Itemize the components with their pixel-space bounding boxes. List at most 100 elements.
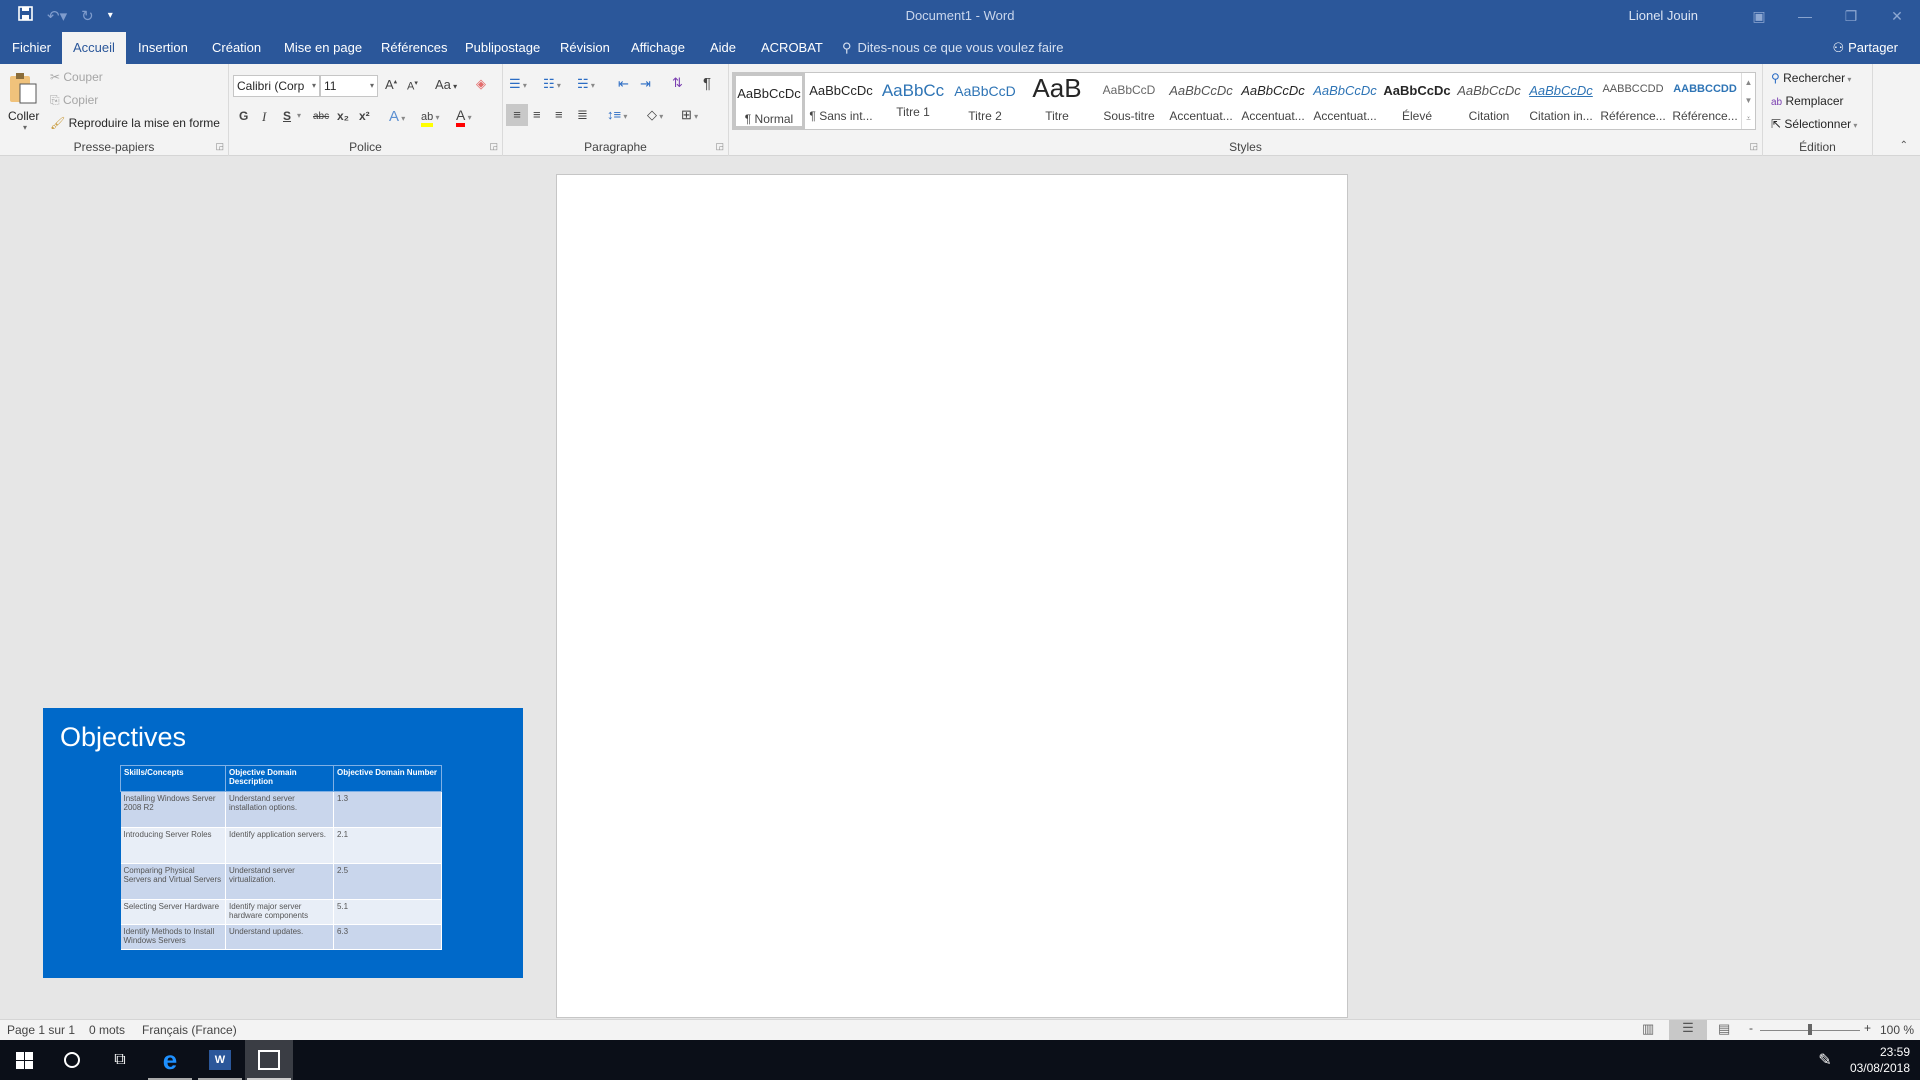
align-center-icon[interactable]: ≡ (533, 107, 541, 122)
clock-time: 23:59 (1879, 1045, 1910, 1059)
underline-button[interactable]: S (283, 109, 291, 123)
style-subtitle[interactable]: AaBbCcD Sous-titre (1093, 73, 1165, 129)
document-page[interactable] (556, 174, 1348, 1018)
find-button[interactable]: ⚲ Rechercher ▾ (1771, 71, 1851, 85)
page-count[interactable]: Page 1 sur 1 (7, 1023, 75, 1037)
zoom-slider-thumb[interactable] (1808, 1024, 1812, 1035)
styles-gallery-scrollbar[interactable]: ▲ ▼ ⩡ (1741, 73, 1755, 129)
font-name-combo[interactable]: Calibri (Corp ▾ (233, 75, 320, 97)
superscript-button[interactable]: x² (359, 109, 370, 123)
taskbar-word[interactable]: W (196, 1040, 244, 1080)
bold-button[interactable]: G (239, 109, 248, 123)
style-emphasis[interactable]: AaBbCcDc Accentuat... (1237, 73, 1309, 129)
slide-thumbnail[interactable]: Objectives Skills/Concepts Objective Dom… (43, 708, 523, 978)
pen-icon[interactable]: ✎ (1810, 1040, 1840, 1080)
tab-creation[interactable]: Création (201, 32, 272, 64)
tab-affichage[interactable]: Affichage (620, 32, 696, 64)
tab-acrobat[interactable]: ACROBAT (750, 32, 834, 64)
format-painter-button[interactable]: 🖌 Reproduire la mise en forme (50, 116, 220, 130)
change-case-button[interactable]: Aa ▾ (435, 77, 457, 92)
style-intense-emphasis[interactable]: AaBbCcDc Accentuat... (1309, 73, 1381, 129)
style-normal[interactable]: AaBbCcDc ¶ Normal (733, 73, 805, 129)
paragraph-launcher-icon[interactable]: ◲ (715, 141, 724, 152)
tab-publipostage[interactable]: Publipostage (454, 32, 551, 64)
tab-accueil[interactable]: Accueil (62, 32, 126, 64)
read-mode-icon[interactable]: ▥ (1642, 1021, 1654, 1037)
show-formatting-marks-icon[interactable]: ¶ (703, 75, 711, 92)
line-spacing-icon[interactable]: ↕≡ ▾ (607, 107, 627, 122)
tab-insertion[interactable]: Insertion (127, 32, 199, 64)
multilevel-list-icon[interactable]: ☵ ▾ (577, 76, 595, 92)
style-subtle-reference[interactable]: AABBCCDD Référence... (1597, 73, 1669, 129)
tab-fichier[interactable]: Fichier (1, 32, 62, 64)
italic-button[interactable]: I (262, 109, 266, 125)
cut-button[interactable]: ✂ Couper (50, 70, 103, 84)
taskbar-remote-desktop[interactable] (245, 1040, 293, 1080)
decrease-indent-icon[interactable]: ⇤ (618, 76, 629, 92)
word-count[interactable]: 0 mots (89, 1023, 125, 1037)
styles-launcher-icon[interactable]: ◲ (1749, 141, 1758, 152)
replace-button[interactable]: ab Remplacer (1771, 94, 1844, 108)
tab-aide[interactable]: Aide (699, 32, 747, 64)
paste-dropdown-icon[interactable]: ▾ (8, 123, 42, 132)
language[interactable]: Français (France) (142, 1023, 237, 1037)
borders-icon[interactable]: ⊞ ▾ (681, 107, 698, 123)
print-layout-icon[interactable]: ☰ (1669, 1020, 1707, 1040)
tell-me-search[interactable]: ⚲ Dites-nous ce que vous voulez faire (842, 32, 1063, 64)
clipboard-launcher-icon[interactable]: ◲ (215, 141, 224, 152)
text-effects-icon[interactable]: A ▾ (389, 108, 405, 125)
font-launcher-icon[interactable]: ◲ (489, 141, 498, 152)
bullets-icon[interactable]: ☰ ▾ (509, 76, 527, 92)
taskbar-edge[interactable]: e (146, 1040, 194, 1080)
style-no-spacing[interactable]: AaBbCcDc ¶ Sans int... (805, 73, 877, 129)
style-intense-reference[interactable]: AABBCCDD Référence... (1669, 73, 1741, 129)
style-subtle-emphasis[interactable]: AaBbCcDc Accentuat... (1165, 73, 1237, 129)
share-button[interactable]: ⚇ Partager (1832, 32, 1898, 64)
align-right-icon[interactable]: ≡ (555, 107, 563, 122)
align-left-icon[interactable]: ≡ (506, 104, 528, 126)
select-button[interactable]: ⇱ Sélectionner ▾ (1771, 117, 1857, 131)
tab-revision[interactable]: Révision (549, 32, 621, 64)
paste-button[interactable]: Coller ▾ (8, 72, 42, 132)
increase-indent-icon[interactable]: ⇥ (640, 76, 651, 92)
numbering-icon[interactable]: ☷ ▾ (543, 76, 561, 92)
close-icon[interactable]: ✕ (1874, 0, 1920, 32)
user-name[interactable]: Lionel Jouin (1629, 8, 1698, 23)
strikethrough-button[interactable]: abc (313, 111, 329, 122)
shrink-font-icon[interactable]: A▾ (407, 79, 418, 93)
style-strong[interactable]: AaBbCcDc Élevé (1381, 73, 1453, 129)
style-intense-quote[interactable]: AaBbCcDc Citation in... (1525, 73, 1597, 129)
style-title[interactable]: AaB Titre (1021, 73, 1093, 129)
font-color-button[interactable]: A ▾ (456, 107, 472, 127)
clear-formatting-icon[interactable]: ◈ (476, 76, 486, 92)
tab-mise-en-page[interactable]: Mise en page (273, 32, 373, 64)
style-heading-1[interactable]: AaBbCc Titre 1 (877, 73, 949, 129)
web-layout-icon[interactable]: ▤ (1718, 1021, 1730, 1037)
style-heading-2[interactable]: AaBbCcD Titre 2 (949, 73, 1021, 129)
underline-dropdown-icon[interactable]: ▾ (297, 111, 301, 120)
zoom-level[interactable]: 100 % (1880, 1023, 1914, 1037)
justify-icon[interactable]: ≣ (577, 107, 588, 123)
minimize-icon[interactable]: — (1782, 0, 1828, 32)
start-button[interactable] (0, 1040, 48, 1080)
more-styles-icon[interactable]: ⩡ (1742, 110, 1755, 128)
collapse-ribbon-icon[interactable]: ⌃ (1900, 140, 1908, 151)
task-view-button[interactable]: ⧉ (96, 1040, 144, 1080)
scroll-down-icon[interactable]: ▼ (1742, 92, 1755, 110)
ribbon-display-icon[interactable]: ▣ (1736, 0, 1782, 32)
zoom-out-button[interactable]: - (1749, 1021, 1753, 1035)
shading-icon[interactable]: ◇ ▾ (647, 107, 663, 123)
scroll-up-icon[interactable]: ▲ (1742, 73, 1755, 92)
cortana-button[interactable] (48, 1040, 96, 1080)
system-clock[interactable]: 23:59 03/08/2018 (1850, 1044, 1910, 1076)
copy-button[interactable]: ⎘ Copier (50, 93, 98, 108)
sort-icon[interactable]: ⇅ (672, 75, 683, 91)
subscript-button[interactable]: x₂ (337, 109, 349, 123)
font-size-combo[interactable]: 11 ▾ (320, 75, 378, 97)
grow-font-icon[interactable]: A▴ (385, 77, 397, 92)
tab-references[interactable]: Références (370, 32, 458, 64)
restore-icon[interactable]: ❐ (1828, 0, 1874, 32)
zoom-in-button[interactable]: + (1864, 1021, 1871, 1035)
highlight-button[interactable]: ab ▾ (421, 108, 440, 127)
style-quote[interactable]: AaBbCcDc Citation (1453, 73, 1525, 129)
